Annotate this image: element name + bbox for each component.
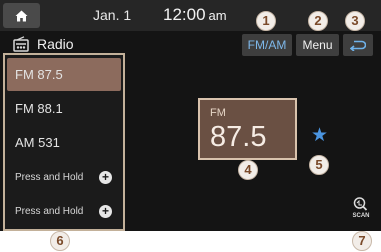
preset-item-am-531[interactable]: AM 531 xyxy=(7,126,121,159)
home-button[interactable] xyxy=(3,3,40,28)
date-display: Jan. 1 xyxy=(93,7,132,23)
menu-button[interactable]: Menu xyxy=(296,34,339,56)
scan-label: SCAN xyxy=(352,213,370,219)
callout-3: 3 xyxy=(345,11,365,31)
callout-1: 1 xyxy=(256,11,276,31)
back-button[interactable] xyxy=(343,34,373,56)
page-title: Radio xyxy=(37,36,74,52)
preset-label: FM 88.1 xyxy=(15,101,63,116)
scan-icon xyxy=(353,197,368,211)
clock-time: 12:00 xyxy=(163,5,206,24)
preset-list: FM 87.5 FM 88.1 AM 531 Press and Hold + … xyxy=(3,53,125,231)
preset-label: Press and Hold xyxy=(15,206,84,217)
current-frequency-display: FM 87.5 xyxy=(198,98,297,160)
scan-button[interactable]: SCAN xyxy=(349,196,373,222)
preset-label: FM 87.5 xyxy=(15,67,63,82)
back-icon xyxy=(350,40,366,51)
clock-display: 12:00 am xyxy=(163,5,227,25)
preset-label: AM 531 xyxy=(15,135,60,150)
preset-item-empty-1[interactable]: Press and Hold + xyxy=(7,161,121,194)
callout-5: 5 xyxy=(309,155,329,175)
callout-6: 6 xyxy=(50,231,70,251)
home-icon xyxy=(15,10,28,21)
callout-7: 7 xyxy=(352,231,372,251)
callout-4: 4 xyxy=(238,160,258,180)
preset-item-fm-88-1[interactable]: FM 88.1 xyxy=(7,92,121,125)
callout-2: 2 xyxy=(308,11,328,31)
band-toggle-button[interactable]: FM/AM xyxy=(242,34,292,56)
preset-label: Press and Hold xyxy=(15,172,84,183)
clock-ampm: am xyxy=(208,8,227,23)
frequency-value: 87.5 xyxy=(210,121,267,153)
preset-item-fm-87-5[interactable]: FM 87.5 xyxy=(7,58,121,91)
radio-icon xyxy=(13,36,29,52)
preset-item-empty-2[interactable]: Press and Hold + xyxy=(7,195,121,228)
band-label: FM xyxy=(210,107,226,119)
plus-icon: + xyxy=(99,205,112,218)
star-icon[interactable]: ★ xyxy=(311,126,328,145)
radio-screen: Jan. 1 12:00 am Radio FM/AM Menu FM 87.5 … xyxy=(0,0,381,231)
plus-icon: + xyxy=(99,171,112,184)
